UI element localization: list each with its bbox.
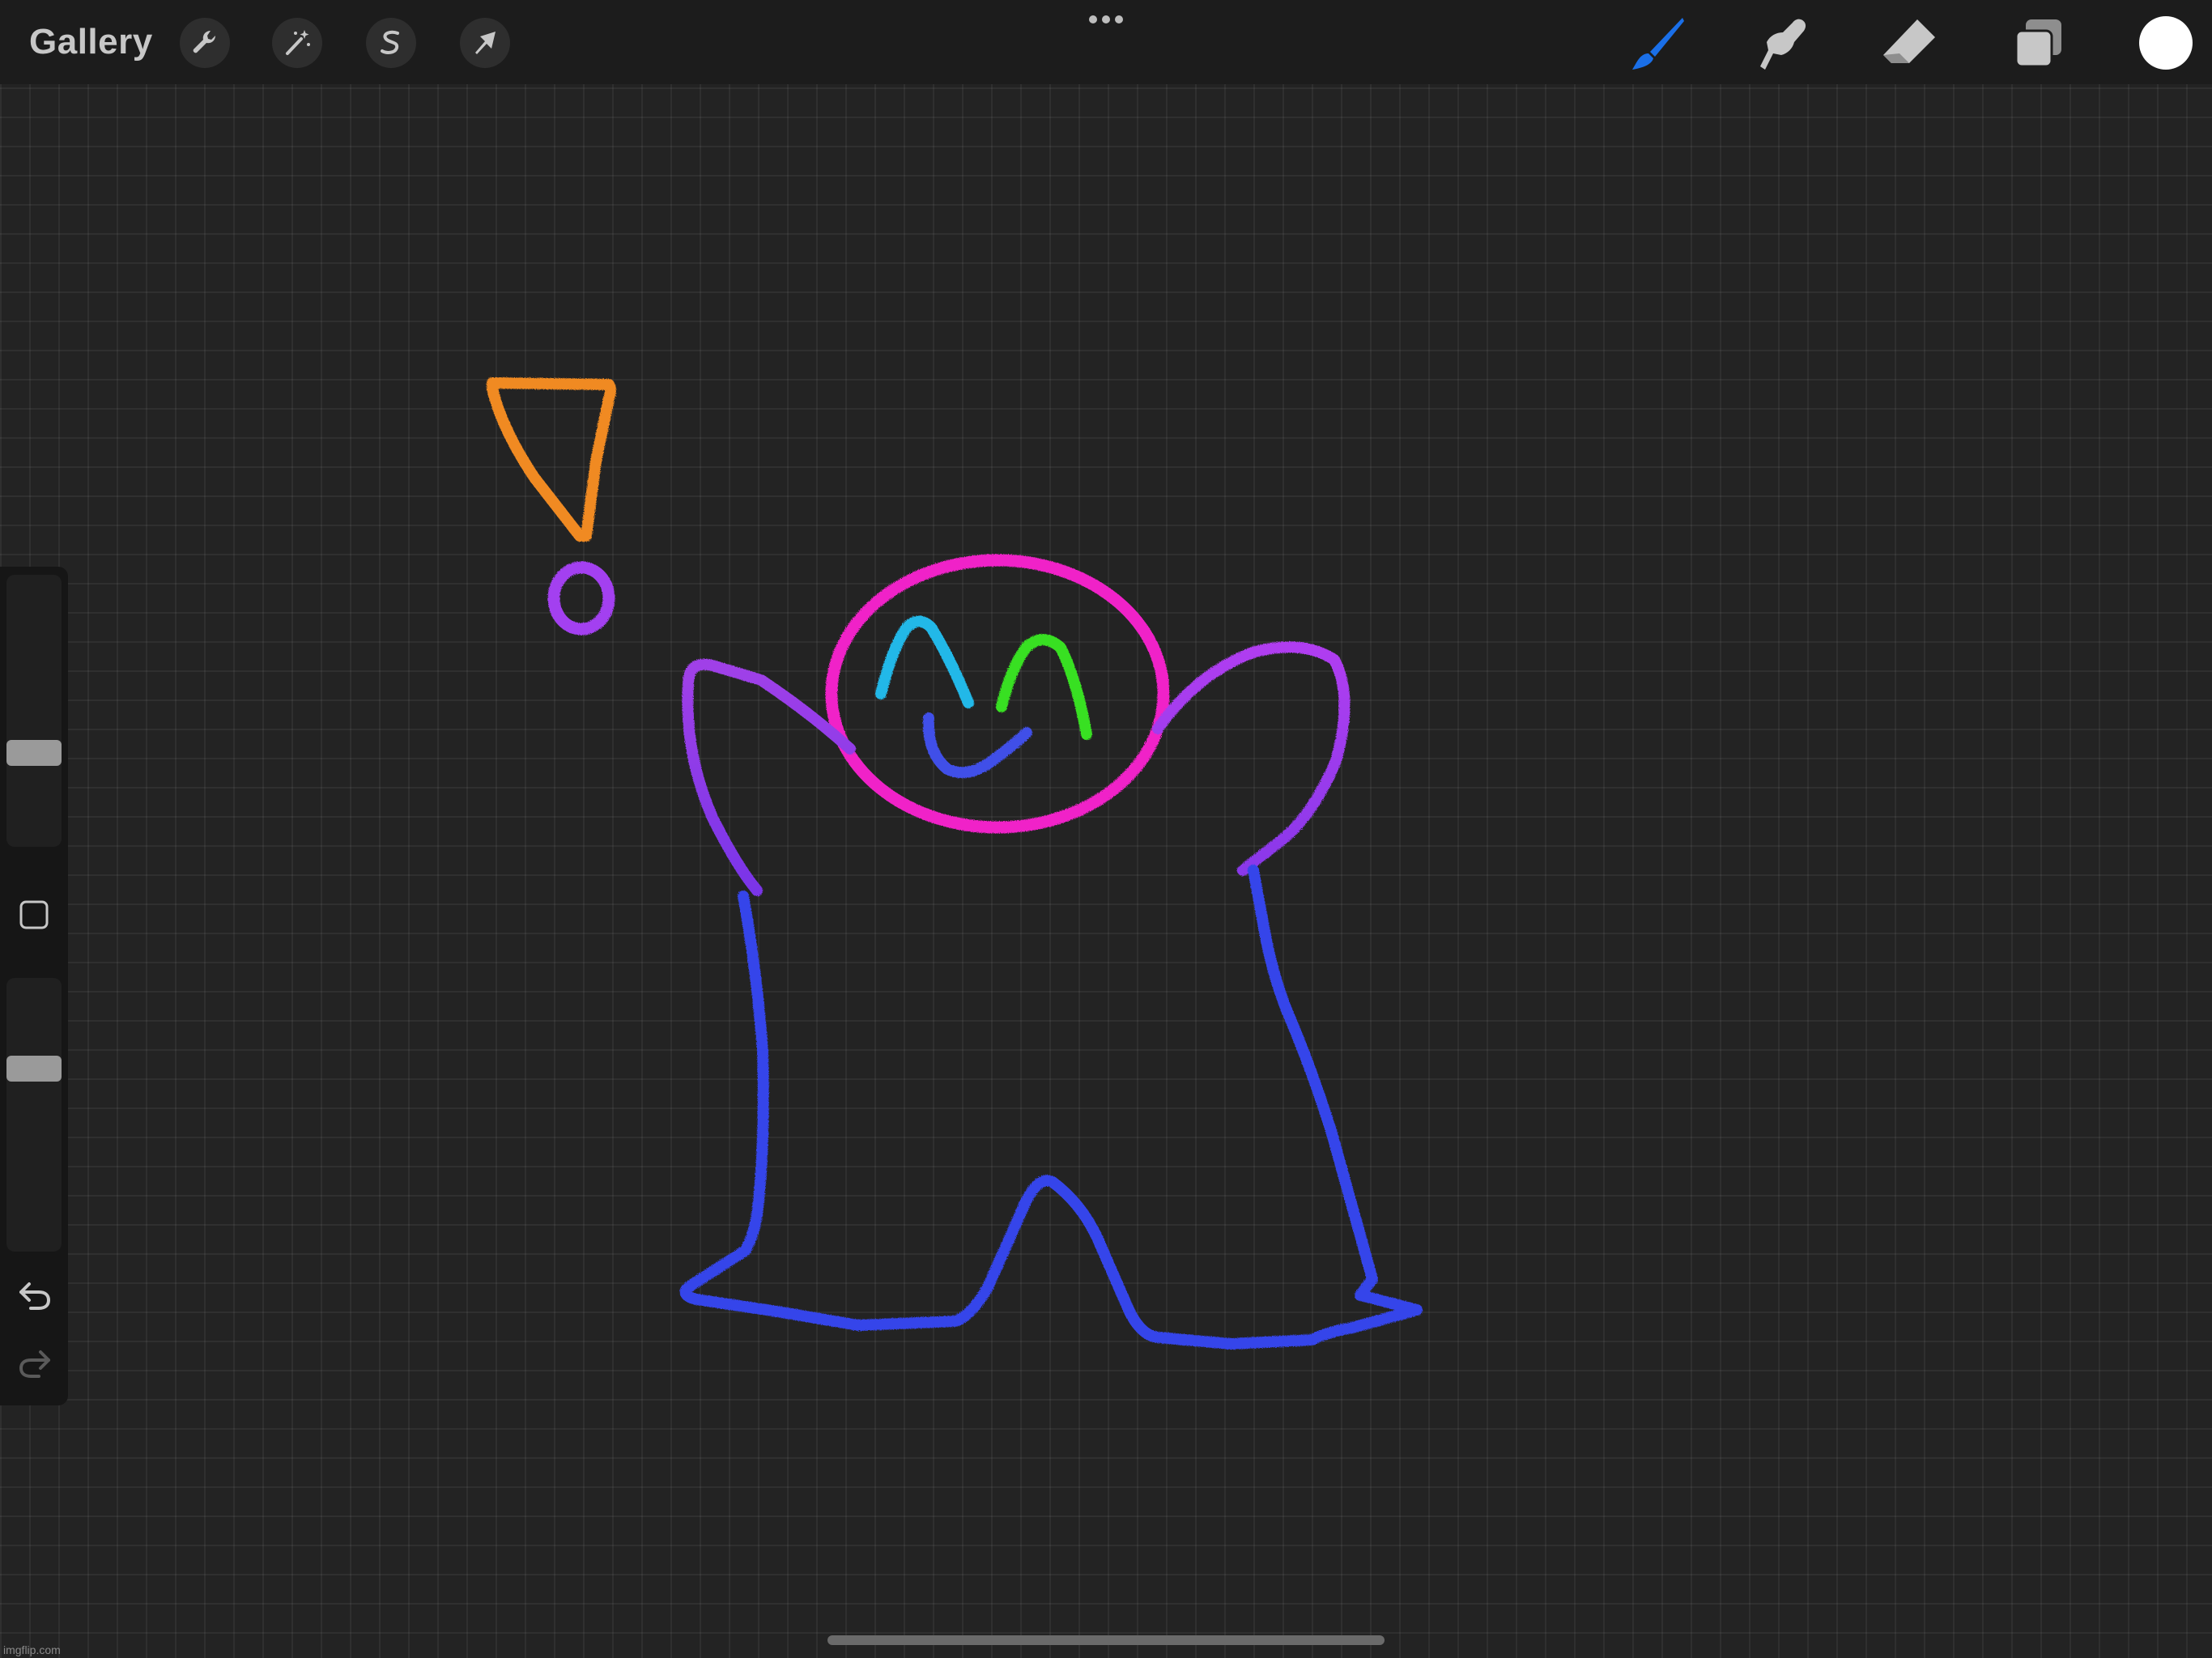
right-arm-stroke <box>1152 641 1351 876</box>
purple-dot-stroke <box>547 561 615 636</box>
green-eye-stroke <box>996 634 1092 740</box>
blue-mouth-stroke <box>922 712 1032 779</box>
drawing-canvas[interactable] <box>0 0 2212 1658</box>
blue-body-stroke <box>679 865 1423 1350</box>
procreate-app: Gallery imgflip.com <box>0 0 2212 1658</box>
cyan-eye-stroke <box>875 615 974 708</box>
home-indicator <box>827 1635 1385 1645</box>
watermark-text: imgflip.com <box>3 1643 61 1656</box>
orange-triangle-stroke <box>487 377 616 542</box>
